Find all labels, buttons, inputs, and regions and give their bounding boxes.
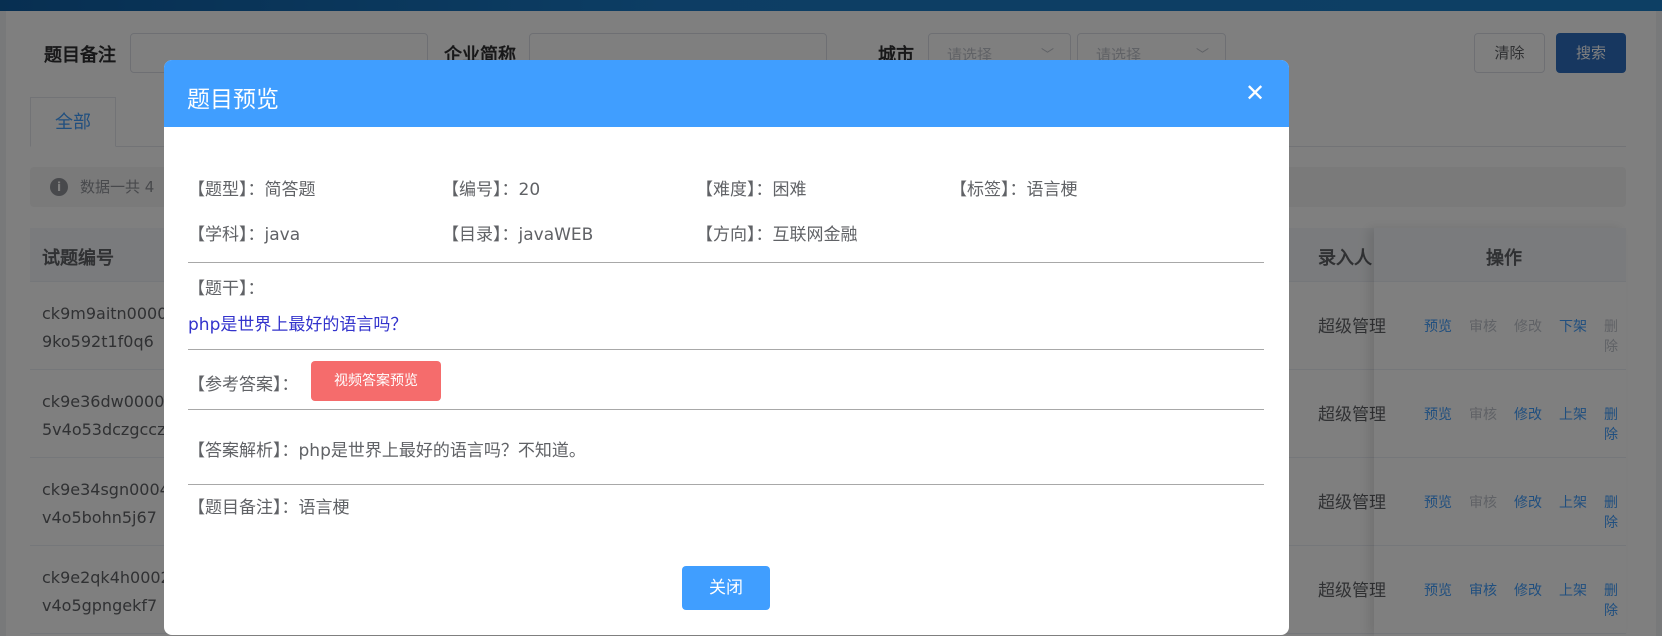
question-number: 【编号】：20 [442, 180, 541, 200]
dialog-header: 题目预览 ✕ [164, 60, 1289, 127]
question-preview-dialog: 题目预览 ✕ 【题型】：简答题 【编号】：20 【难度】：困难 【标签】：语言梗… [164, 60, 1289, 635]
question-subject: 【学科】：java [188, 225, 301, 245]
divider [188, 409, 1264, 410]
divider [188, 484, 1264, 485]
divider [188, 262, 1264, 263]
dialog-title: 题目预览 [187, 87, 279, 113]
question-type: 【题型】：简答题 [188, 180, 316, 200]
question-remark: 【题目备注】：语言梗 [188, 498, 350, 518]
stem-text: php是世界上最好的语言吗？ [188, 315, 408, 335]
question-difficulty: 【难度】：困难 [696, 180, 807, 200]
question-catalog: 【目录】：javaWEB [442, 225, 594, 245]
close-button[interactable]: 关闭 [682, 566, 770, 610]
answer-label: 【参考答案】： [188, 375, 299, 395]
question-tags: 【标签】：语言梗 [950, 180, 1078, 200]
video-answer-preview-button[interactable]: 视频答案预览 [311, 361, 441, 401]
answer-analysis: 【答案解析】：php是世界上最好的语言吗？不知道。 [188, 441, 586, 461]
close-icon[interactable]: ✕ [1242, 80, 1268, 106]
divider [188, 349, 1264, 350]
question-direction: 【方向】：互联网金融 [696, 225, 858, 245]
stem-label: 【题干】： [188, 279, 265, 299]
